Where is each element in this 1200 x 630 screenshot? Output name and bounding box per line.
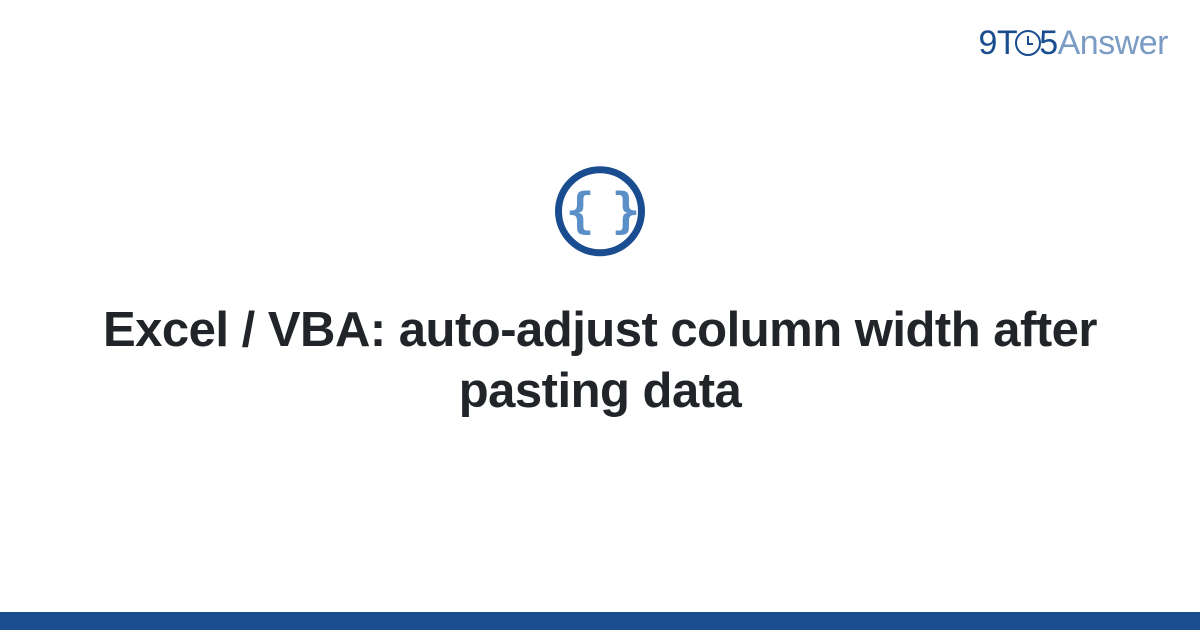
logo-text-answer: Answer [1058,24,1168,62]
clock-icon [1015,30,1041,56]
logo-text-5: 5 [1039,24,1057,62]
logo-text-9t: 9T [979,24,1018,62]
page-title: Excel / VBA: auto-adjust column width af… [60,300,1140,423]
main-content: { } Excel / VBA: auto-adjust column widt… [0,166,1200,423]
category-icon-circle: { } [555,166,645,256]
footer-bar [0,612,1200,630]
site-logo: 9T 5Answer [979,24,1168,63]
code-braces-icon: { } [566,187,635,235]
